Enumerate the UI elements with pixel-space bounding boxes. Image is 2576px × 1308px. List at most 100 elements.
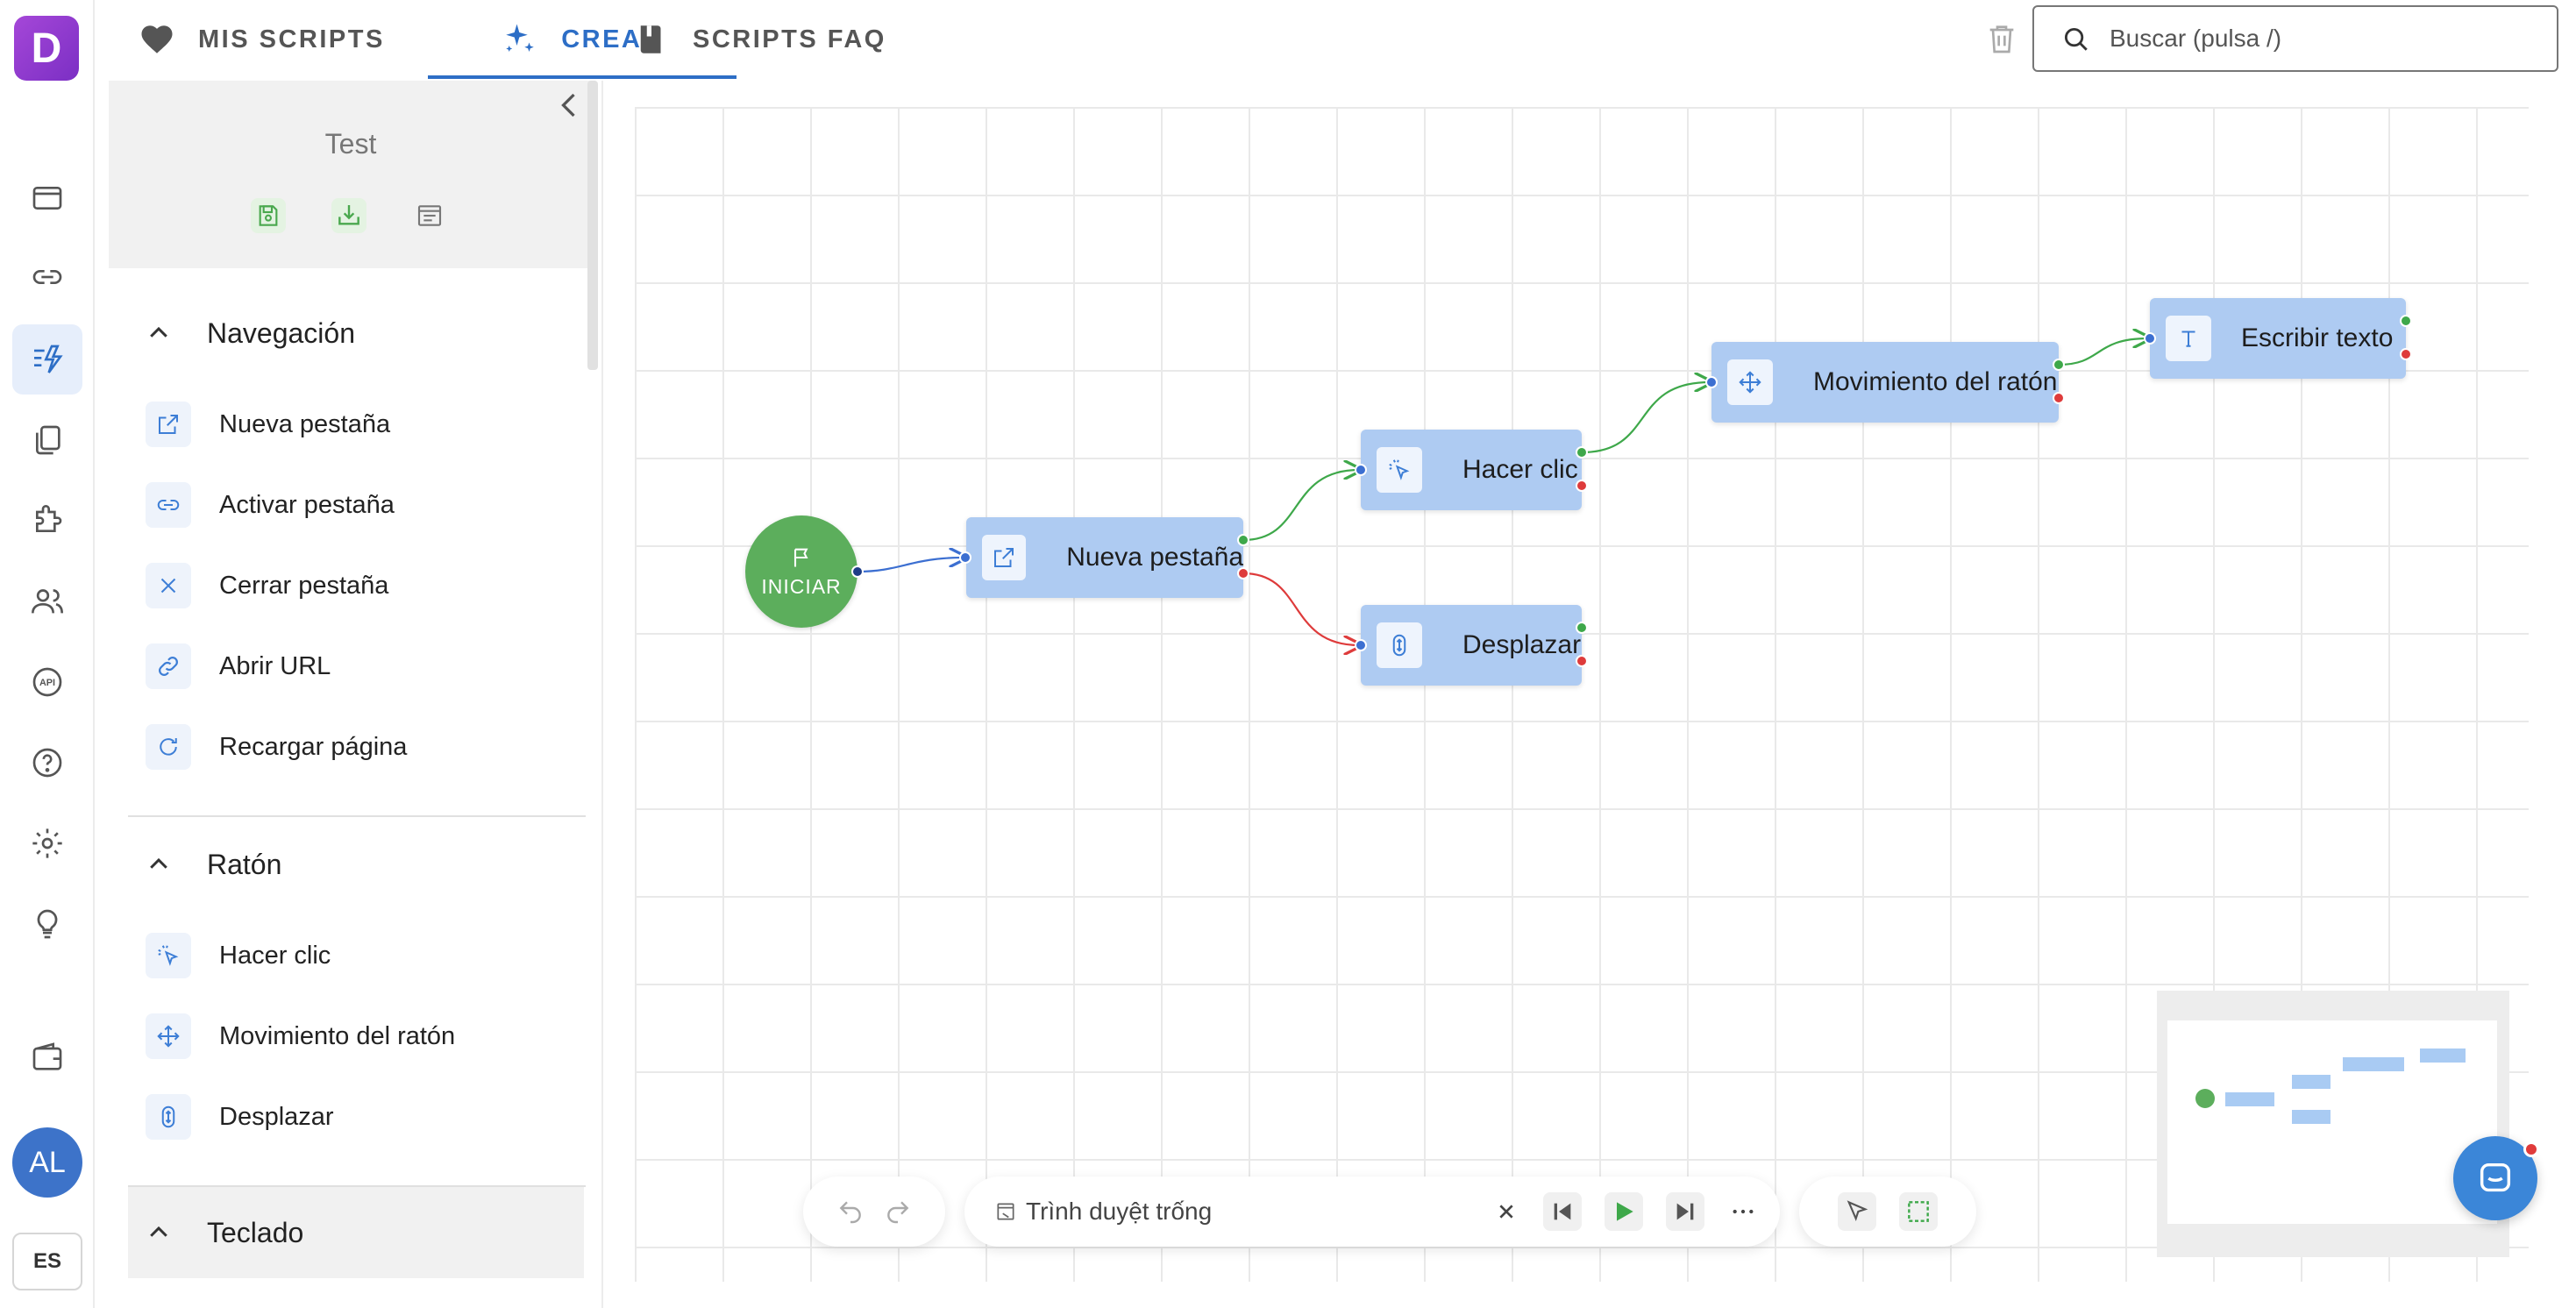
text-icon — [2166, 316, 2211, 361]
bulb-icon[interactable] — [12, 889, 82, 959]
clear-browser-button[interactable] — [1487, 1192, 1526, 1231]
minimap-node — [2420, 1049, 2466, 1063]
block-label: Abrir URL — [219, 651, 331, 680]
save-icon[interactable] — [251, 198, 286, 233]
external-link-icon — [146, 402, 191, 447]
block-cerrar-pestana[interactable]: Cerrar pestaña — [146, 559, 388, 612]
block-recargar-pagina[interactable]: Recargar página — [146, 721, 407, 773]
close-icon — [146, 563, 191, 608]
start-output-port[interactable] — [851, 565, 864, 578]
block-abrir-url[interactable]: Abrir URL — [146, 640, 331, 693]
section-navegacion[interactable]: Navegación — [128, 288, 584, 379]
link-icon[interactable] — [12, 242, 82, 312]
more-button[interactable] — [1724, 1192, 1762, 1231]
svg-text:API: API — [39, 678, 55, 688]
block-label: Recargar página — [219, 732, 408, 761]
scripts-icon[interactable] — [12, 324, 82, 395]
language-selector[interactable]: ES — [12, 1233, 82, 1290]
success-port[interactable] — [1576, 622, 1588, 634]
download-icon[interactable] — [331, 198, 366, 233]
edge-start-nueva — [857, 558, 964, 573]
app-logo[interactable]: D — [14, 16, 79, 81]
error-port[interactable] — [1237, 567, 1249, 579]
block-nueva-pestana[interactable]: Nueva pestaña — [146, 398, 390, 451]
section-raton[interactable]: Ratón — [128, 819, 584, 910]
top-bar: MIS SCRIPTS CREAR SCRIPTS FAQ 28 — [95, 0, 2576, 79]
error-port[interactable] — [1576, 655, 1588, 667]
skip-forward-icon — [1676, 1203, 1694, 1220]
browser-page-icon — [997, 1203, 1014, 1220]
api-icon[interactable]: API — [12, 647, 82, 717]
heart-icon — [141, 25, 173, 53]
minimap[interactable] — [2157, 991, 2509, 1257]
node-label: Hacer clic — [1462, 455, 1578, 484]
error-port[interactable] — [2400, 348, 2412, 360]
copy-icon[interactable] — [12, 405, 82, 475]
panel-scrollbar[interactable] — [587, 81, 598, 370]
block-activar-pestana[interactable]: Activar pestaña — [146, 479, 395, 531]
tab-scripts-faq[interactable]: SCRIPTS FAQ — [633, 0, 886, 79]
avatar[interactable]: AL — [12, 1127, 82, 1198]
scroll-icon — [146, 1094, 191, 1140]
success-port[interactable] — [1576, 446, 1588, 459]
pointer-tool[interactable] — [1838, 1192, 1876, 1231]
input-port[interactable] — [959, 551, 971, 564]
node-label: Desplazar — [1462, 630, 1582, 659]
users-icon[interactable] — [12, 566, 82, 636]
section-divider — [128, 815, 586, 817]
help-icon[interactable] — [12, 728, 82, 798]
error-port[interactable] — [1576, 480, 1588, 492]
scroll-icon — [1377, 622, 1422, 668]
close-icon — [1499, 1205, 1513, 1219]
success-port[interactable] — [2400, 315, 2412, 327]
step-forward-button[interactable] — [1666, 1192, 1704, 1231]
history-toolbar — [803, 1176, 945, 1247]
success-port[interactable] — [2053, 359, 2065, 371]
select-area-tool[interactable] — [1899, 1192, 1938, 1231]
node-desplazar[interactable]: Desplazar — [1361, 605, 1582, 686]
node-label: Movimiento del ratón — [1813, 367, 2058, 396]
click-icon — [1377, 447, 1422, 493]
node-escribir-texto[interactable]: Escribir texto — [2150, 298, 2406, 379]
input-port[interactable] — [1355, 464, 1367, 476]
trash-icon[interactable] — [1984, 21, 2019, 56]
node-label: Escribir texto — [2241, 323, 2394, 352]
node-nueva-pestana[interactable]: Nueva pestaña — [966, 517, 1243, 598]
minimap-viewport — [2167, 1020, 2497, 1224]
tab-mis-scripts[interactable]: MIS SCRIPTS — [139, 0, 385, 79]
node-label: Nueva pestaña — [1066, 543, 1243, 572]
wallet-icon[interactable] — [12, 1022, 82, 1092]
browser-icon[interactable] — [12, 163, 82, 233]
error-port[interactable] — [2053, 392, 2065, 404]
edge-nueva-clic — [1242, 470, 1359, 542]
node-movimiento-raton[interactable]: Movimiento del ratón — [1711, 342, 2059, 423]
notes-icon[interactable] — [412, 198, 447, 233]
external-link-icon — [982, 535, 1027, 580]
start-node[interactable]: INICIAR — [745, 515, 857, 628]
input-port[interactable] — [2144, 332, 2156, 345]
input-port[interactable] — [1705, 376, 1718, 388]
search-box[interactable] — [2032, 5, 2558, 72]
step-back-button[interactable] — [1543, 1192, 1582, 1231]
success-port[interactable] — [1237, 534, 1249, 546]
section-title: Navegación — [207, 316, 355, 349]
settings-icon[interactable] — [12, 808, 82, 878]
minimap-node — [2292, 1075, 2330, 1089]
puzzle-icon[interactable] — [12, 486, 82, 556]
chevron-left-icon[interactable] — [554, 88, 586, 123]
section-teclado[interactable]: Teclado — [128, 1187, 584, 1278]
input-port[interactable] — [1355, 639, 1367, 651]
flow-canvas[interactable]: INICIAR Nueva pestaña Hacer clic Desplaz… — [601, 81, 2576, 1308]
start-label: INICIAR — [761, 574, 842, 598]
chevron-up-icon — [150, 857, 167, 869]
undo-icon[interactable] — [836, 1198, 865, 1226]
search-input[interactable] — [2110, 25, 2548, 53]
block-hacer-clic[interactable]: Hacer clic — [146, 929, 331, 982]
block-movimiento-raton[interactable]: Movimiento del ratón — [146, 1010, 455, 1063]
script-name[interactable]: Test — [109, 128, 593, 160]
run-button[interactable] — [1605, 1192, 1643, 1231]
node-hacer-clic[interactable]: Hacer clic — [1361, 430, 1582, 510]
browser-selector[interactable]: Trình duyệt trống — [1026, 1198, 1212, 1226]
block-desplazar[interactable]: Desplazar — [146, 1091, 334, 1143]
redo-icon[interactable] — [884, 1198, 912, 1226]
